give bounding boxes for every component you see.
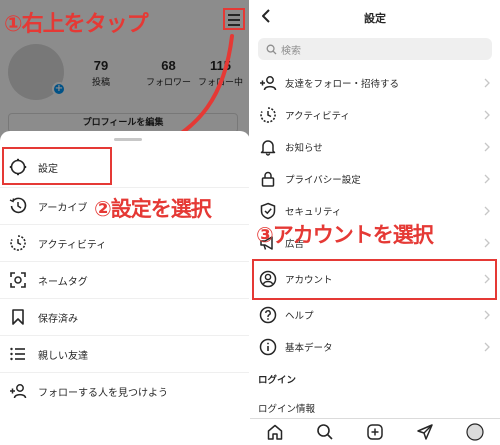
settings-item-help[interactable]: ヘルプ xyxy=(250,299,500,331)
chevron-right-icon xyxy=(482,142,492,152)
chevron-right-icon xyxy=(482,78,492,88)
chevron-right-icon xyxy=(482,342,492,352)
settings-item-label: セキュリティ xyxy=(285,207,342,218)
menu-item-close-friends[interactable]: 親しい友達 xyxy=(0,336,250,372)
step1-annotation: ①右上をタップ xyxy=(4,12,149,37)
settings-item-follow-invite[interactable]: 友達をフォロー・招待する xyxy=(250,67,500,99)
menu-item-label: フォローする人を見つけよう xyxy=(38,387,168,399)
settings-item-label: プライバシー設定 xyxy=(285,175,361,186)
settings-item-privacy[interactable]: プライバシー設定 xyxy=(250,163,500,195)
search-icon[interactable] xyxy=(313,420,337,444)
left-panel: + 79 投稿 68 フォロワー 115 フォロー中 プロフィールを編集 ①右上… xyxy=(0,0,250,445)
lock-icon xyxy=(257,168,279,190)
menu-item-saved[interactable]: 保存済み xyxy=(0,299,250,335)
info-icon xyxy=(257,336,279,358)
page-title: 設定 xyxy=(364,12,386,25)
add-person-icon xyxy=(6,379,30,403)
chevron-right-icon xyxy=(482,238,492,248)
home-icon[interactable] xyxy=(263,420,287,444)
section-header-login: ログイン xyxy=(258,375,297,386)
menu-item-label: 保存済み xyxy=(38,313,78,325)
activity-icon xyxy=(6,231,30,255)
settings-item-basic-data[interactable]: 基本データ xyxy=(250,331,500,363)
activity-icon xyxy=(257,104,279,126)
settings-item-label: アクティビティ xyxy=(285,111,350,122)
account-highlight-box xyxy=(252,259,497,300)
profile-avatar-icon[interactable] xyxy=(463,420,487,444)
bell-icon xyxy=(257,136,279,158)
settings-item-activity[interactable]: アクティビティ xyxy=(250,99,500,131)
step3-annotation: ③アカウントを選択 xyxy=(256,223,434,247)
new-post-icon[interactable] xyxy=(363,420,387,444)
chevron-right-icon xyxy=(482,310,492,320)
settings-header: 設定 xyxy=(250,0,500,34)
settings-highlight-box xyxy=(2,147,112,185)
direct-message-icon[interactable] xyxy=(413,420,437,444)
bookmark-icon xyxy=(6,305,30,329)
menu-item-label: 親しい友達 xyxy=(38,350,88,362)
search-icon xyxy=(266,44,277,55)
settings-item-label: ヘルプ xyxy=(285,311,314,322)
nametag-icon xyxy=(6,268,30,292)
settings-item-notifications[interactable]: お知らせ xyxy=(250,131,500,163)
sheet-handle[interactable] xyxy=(114,138,142,141)
menu-item-label: ネームタグ xyxy=(38,276,88,288)
close-friends-list-icon xyxy=(6,342,30,366)
archive-clock-icon xyxy=(6,194,30,218)
help-icon xyxy=(257,304,279,326)
menu-item-activity[interactable]: アクティビティ xyxy=(0,225,250,261)
chevron-right-icon xyxy=(482,110,492,120)
add-person-icon xyxy=(257,72,279,94)
hamburger-menu-button[interactable] xyxy=(223,8,245,30)
menu-item-label: アクティビティ xyxy=(38,239,107,251)
search-input[interactable]: 検索 xyxy=(258,38,492,60)
settings-item-label: お知らせ xyxy=(285,143,323,154)
settings-item-label: ログイン情報 xyxy=(258,404,316,415)
settings-item-label: 友達をフォロー・招待する xyxy=(285,79,400,90)
menu-item-label: アーカイブ xyxy=(38,202,88,214)
settings-item-label: 基本データ xyxy=(285,343,333,354)
menu-line-icon xyxy=(228,19,240,21)
bottom-tab-bar xyxy=(250,418,500,445)
right-panel: 設定 検索 友達をフォロー・招待する アクティビティ お知らせ プライバシー設定 xyxy=(250,0,500,445)
chevron-right-icon xyxy=(482,206,492,216)
settings-item-login-info[interactable]: ログイン情報 xyxy=(250,397,500,419)
menu-line-icon xyxy=(228,24,240,26)
menu-item-nametag[interactable]: ネームタグ xyxy=(0,262,250,298)
step2-annotation: ②設定を選択 xyxy=(92,193,213,223)
menu-item-discover-people[interactable]: フォローする人を見つけよう xyxy=(0,373,250,409)
menu-line-icon xyxy=(228,14,240,16)
chevron-right-icon xyxy=(482,174,492,184)
search-placeholder: 検索 xyxy=(281,45,301,57)
